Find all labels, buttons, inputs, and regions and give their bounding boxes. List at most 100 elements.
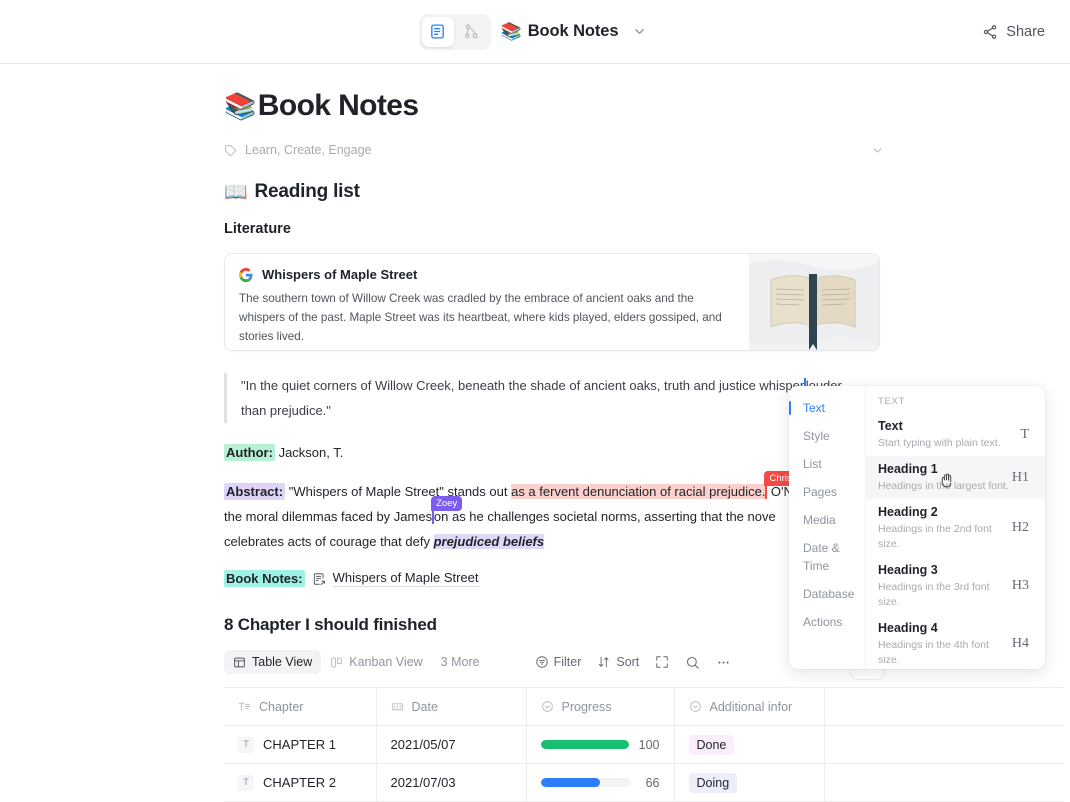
progress-bar-fill (541, 778, 601, 787)
subtitle-chevron-down-icon[interactable] (871, 144, 884, 157)
slash-item-subtitle: Headings in the 4th font size. (878, 638, 1012, 668)
expand-button[interactable] (655, 655, 669, 669)
view-tab-table[interactable]: Table View (224, 650, 321, 674)
table-row[interactable]: T CHAPTER 2 2021/07/03 66 (224, 764, 1064, 802)
view-tab-table-label: Table View (252, 655, 312, 669)
document-subtitle-row[interactable]: Learn, Create, Engage (224, 136, 884, 164)
progress-value: 66 (641, 776, 660, 790)
slash-category-media[interactable]: Media (789, 506, 865, 534)
abstract-highlight-purple: prejudiced beliefs (434, 534, 545, 549)
abstract-text-1: "Whispers of Maple Street" stands out (289, 484, 511, 499)
table-row[interactable]: T CHAPTER 1 2021/05/07 100 (224, 726, 1064, 764)
slash-command-menu[interactable]: Text Style List Pages Media Date & Time … (789, 386, 1045, 669)
page-title-text: Book Notes (258, 82, 419, 130)
topbar-document-title: Book Notes (528, 22, 619, 41)
quote-text-part1: "In the quiet corners of Willow Creek, b… (241, 378, 804, 393)
select-field-icon (689, 700, 702, 713)
document-title-group[interactable]: 📚 Book Notes (501, 22, 619, 41)
sort-button[interactable]: Sort (597, 655, 639, 669)
top-bar: 📚 Book Notes Share (0, 0, 1070, 64)
text-cell-icon: T (238, 737, 254, 753)
column-header-additional-info[interactable]: Additional infor (674, 688, 824, 726)
slash-item-heading-2[interactable]: Heading 2 Headings in the 2nd font size.… (866, 499, 1045, 557)
date-field-icon (391, 700, 404, 713)
slash-category-style[interactable]: Style (789, 422, 865, 450)
column-header-additional-info-label: Additional infor (710, 700, 793, 714)
bookmark-card[interactable]: Whispers of Maple Street The southern to… (224, 253, 880, 351)
slash-category-pages[interactable]: Pages (789, 478, 865, 506)
column-header-chapter[interactable]: Chapter (224, 688, 376, 726)
document-menu-chevron[interactable] (628, 22, 651, 41)
abstract-highlight-red: as a fervent denunciation of racial prej… (511, 484, 765, 499)
search-icon (685, 655, 700, 670)
cell-date[interactable]: 2021/07/03 (376, 764, 526, 802)
sort-icon (597, 655, 611, 669)
cell-progress[interactable]: 66 (526, 764, 674, 802)
quote-block[interactable]: "In the quiet corners of Willow Creek, b… (224, 373, 869, 423)
document-content: 📚 Book Notes Learn, Create, Engage 📖 Rea… (224, 64, 884, 802)
column-header-empty (824, 688, 1064, 726)
share-label: Share (1006, 24, 1045, 40)
document-view-button[interactable] (422, 17, 454, 47)
more-options-button[interactable] (716, 655, 731, 670)
column-header-progress[interactable]: Progress (526, 688, 674, 726)
slash-item-title: Heading 3 (878, 562, 1012, 579)
slash-item-subtitle: Headings in the 3rd font size. (878, 580, 1012, 610)
slash-category-database[interactable]: Database (789, 580, 865, 608)
book-notes-page-link[interactable]: Whispers of Maple Street (333, 570, 479, 587)
text-cell-icon: T (238, 775, 254, 791)
cell-progress[interactable]: 100 (526, 726, 674, 764)
cell-chapter[interactable]: T CHAPTER 1 (224, 726, 376, 764)
slash-item-text[interactable]: Text Start typing with plain text. T (866, 413, 1045, 456)
progress-bar-fill (541, 740, 629, 749)
slash-item-title: Heading 2 (878, 504, 1012, 521)
more-horizontal-icon (716, 655, 731, 670)
abstract-label: Abstract: (224, 483, 285, 500)
cell-additional-info[interactable]: Doing (674, 764, 824, 802)
column-header-date[interactable]: Date (376, 688, 526, 726)
book-notes-label: Book Notes: (224, 570, 305, 587)
progress-value: 100 (639, 738, 660, 752)
status-badge: Doing (689, 773, 738, 793)
slash-menu-categories: Text Style List Pages Media Date & Time … (789, 386, 866, 669)
cell-additional-info[interactable]: Done (674, 726, 824, 764)
search-button[interactable] (685, 655, 700, 670)
slash-category-date-time[interactable]: Date & Time (789, 534, 865, 580)
slash-item-shortcut: T (1020, 427, 1033, 443)
bookmark-title: Whispers of Maple Street (262, 267, 417, 282)
view-tab-kanban[interactable]: Kanban View (321, 650, 431, 674)
view-tab-kanban-label: Kanban View (349, 655, 422, 669)
status-badge: Done (689, 735, 735, 755)
more-views-button[interactable]: 3 More (432, 650, 489, 674)
books-emoji-icon: 📚 (501, 23, 522, 40)
author-value: Jackson, T. (279, 445, 344, 460)
text-field-icon (238, 700, 251, 713)
slash-item-heading-1[interactable]: Heading 1 Headings in the largest font. … (866, 456, 1045, 499)
slash-category-list[interactable]: List (789, 450, 865, 478)
slash-item-heading-4[interactable]: Heading 4 Headings in the 4th font size.… (866, 615, 1045, 669)
cell-date[interactable]: 2021/05/07 (376, 726, 526, 764)
tag-icon (224, 144, 237, 157)
table-block-title: 8 Chapter I should finished (224, 615, 884, 635)
slash-item-subtitle: Headings in the largest font. (878, 479, 1009, 494)
filter-icon (535, 655, 549, 669)
kanban-view-icon (330, 656, 343, 669)
filter-button[interactable]: Filter (535, 655, 582, 669)
bookmark-thumbnail (749, 254, 879, 350)
slash-category-text[interactable]: Text (789, 394, 865, 422)
slash-item-heading-3[interactable]: Heading 3 Headings in the 3rd font size.… (866, 557, 1045, 615)
reading-list-heading-text: Reading list (254, 181, 359, 203)
cell-chapter-value: CHAPTER 2 (263, 775, 336, 790)
cell-chapter[interactable]: T CHAPTER 2 (224, 764, 376, 802)
book-notes-line: Book Notes: Whispers of Maple Street (224, 570, 884, 587)
mindmap-view-button[interactable] (456, 17, 488, 47)
abstract-text-4: on as he challenges societal norms, asse… (434, 509, 776, 524)
table-tools: Filter Sort (535, 655, 732, 670)
share-button[interactable]: Share (982, 24, 1045, 40)
view-mode-switch[interactable] (419, 14, 491, 50)
bookmark-content: Whispers of Maple Street The southern to… (225, 254, 749, 350)
document-icon (429, 23, 446, 40)
slash-menu-items: TEXT Text Start typing with plain text. … (866, 386, 1045, 669)
slash-category-actions[interactable]: Actions (789, 608, 865, 636)
slash-item-title: Text (878, 418, 1001, 435)
